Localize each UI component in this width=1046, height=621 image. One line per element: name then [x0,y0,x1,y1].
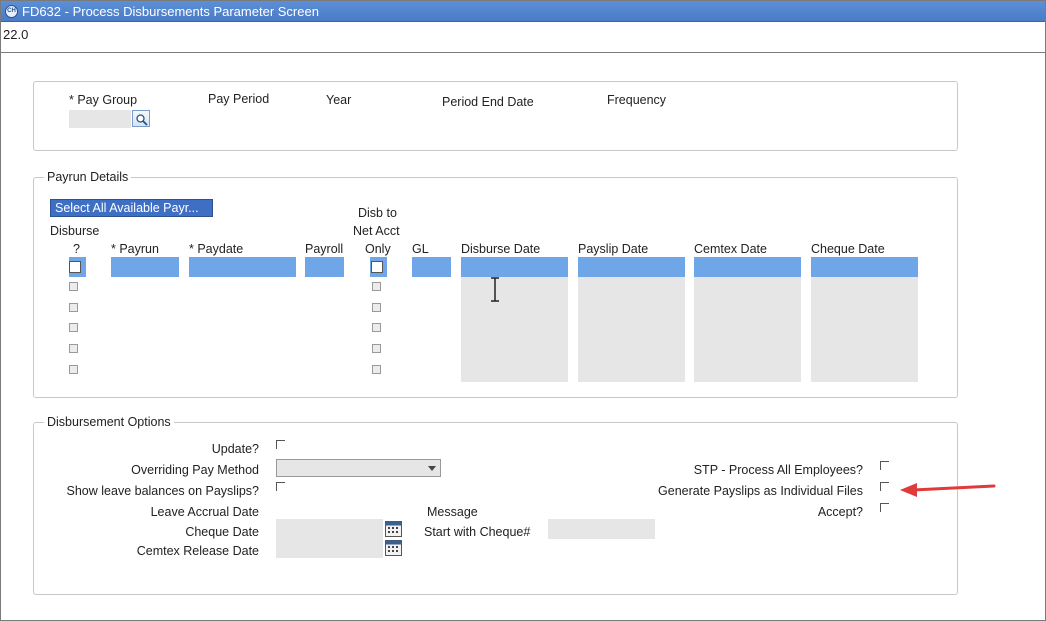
accept-label: Accept? [817,505,863,519]
magnifier-icon [136,114,148,126]
col-disburse-header-line2: ? [73,242,80,256]
show-leave-balances-label: Show leave balances on Payslips? [66,484,259,498]
cemtex-date-column[interactable] [694,277,801,382]
col-payroll-header: Payroll [305,242,344,256]
payrun-details-legend: Payrun Details [44,170,132,184]
year-label: Year [326,93,352,107]
cheque-date-input[interactable] [276,519,383,539]
row2-disburse-checkbox[interactable] [69,282,78,291]
disbursement-options-legend: Disbursement Options [44,415,174,429]
row4-disburse-checkbox[interactable] [69,323,78,332]
row1-paydate-input[interactable] [189,257,296,277]
col-payslip-date-header: Payslip Date [578,242,649,256]
row1-payrun-input[interactable] [111,257,179,277]
start-cheque-input[interactable] [548,519,655,539]
stp-process-all-label: STP - Process All Employees? [693,463,863,477]
app-window: CH FD632 - Process Disbursements Paramet… [0,0,1046,621]
row1-cemtex-date-input[interactable] [694,257,801,277]
col-cheque-date-header: Cheque Date [811,242,885,256]
payslip-date-column[interactable] [578,277,685,382]
annotation-arrow-icon [900,483,996,497]
row1-disb-net-checkbox[interactable] [371,261,383,273]
window-title: FD632 - Process Disbursements Parameter … [22,4,319,19]
row1-payroll-input[interactable] [305,257,344,277]
pay-group-lookup-button[interactable] [132,110,150,127]
calendar-icon[interactable] [385,521,402,537]
row1-disburse-checkbox[interactable] [69,261,81,273]
row6-disburse-checkbox[interactable] [69,365,78,374]
cheque-date-label: Cheque Date [185,525,259,539]
overriding-pay-method-label: Overriding Pay Method [131,463,259,477]
overriding-pay-method-select[interactable] [276,459,441,477]
update-checkbox[interactable] [276,440,285,449]
col-paydate-header: * Paydate [189,242,244,256]
pay-group-label: * Pay Group [69,93,138,107]
col-cemtex-date-header: Cemtex Date [694,242,767,256]
message-label: Message [427,505,478,519]
col-disb-net-header-line1: Disb to [358,206,397,220]
row1-payslip-date-input[interactable] [578,257,685,277]
col-gl-header: GL [412,242,429,256]
accept-checkbox[interactable] [880,503,889,512]
row2-disb-net-checkbox[interactable] [372,282,381,291]
app-logo-icon: CH [5,5,18,18]
row4-disb-net-checkbox[interactable] [372,323,381,332]
pay-group-input[interactable] [69,110,131,128]
chevron-down-icon[interactable] [425,461,439,475]
row1-disburse-date-input[interactable] [461,257,568,277]
title-bar: CH FD632 - Process Disbursements Paramet… [1,1,1045,22]
disburse-date-column[interactable] [461,277,568,382]
period-end-date-label: Period End Date [442,95,534,109]
col-disb-net-header-line3: Only [365,242,391,256]
calendar-icon[interactable] [385,540,402,556]
frequency-label: Frequency [607,93,667,107]
pay-period-label: Pay Period [208,92,270,106]
col-disburse-header-line1: Disburse [50,224,100,238]
version-label: 22.0 [3,27,29,42]
cemtex-release-date-label: Cemtex Release Date [136,544,259,558]
show-leave-balances-checkbox[interactable] [276,482,285,491]
row5-disb-net-checkbox[interactable] [372,344,381,353]
col-disburse-date-header: Disburse Date [461,242,541,256]
start-cheque-label: Start with Cheque# [424,525,531,539]
cemtex-release-date-input[interactable] [276,539,383,558]
row1-cheque-date-input[interactable] [811,257,918,277]
divider [1,52,1045,53]
stp-process-all-checkbox[interactable] [880,461,889,470]
col-payrun-header: * Payrun [111,242,159,256]
header-panel [33,81,958,151]
generate-payslips-checkbox[interactable] [880,482,889,491]
row3-disb-net-checkbox[interactable] [372,303,381,312]
row6-disb-net-checkbox[interactable] [372,365,381,374]
update-label: Update? [211,442,259,456]
select-all-payruns-button[interactable]: Select All Available Payr... [50,199,213,217]
row1-gl-input[interactable] [412,257,451,277]
row3-disburse-checkbox[interactable] [69,303,78,312]
text-cursor-icon [491,277,499,302]
generate-payslips-label: Generate Payslips as Individual Files [658,484,863,498]
leave-accrual-date-label: Leave Accrual Date [150,505,259,519]
col-disb-net-header-line2: Net Acct [353,224,400,238]
row5-disburse-checkbox[interactable] [69,344,78,353]
cheque-date-column[interactable] [811,277,918,382]
